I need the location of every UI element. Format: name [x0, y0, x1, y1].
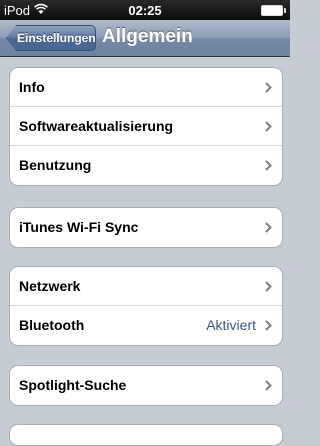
settings-group-network: Netzwerk Bluetooth Aktiviert — [9, 266, 283, 346]
settings-group-next-partial — [9, 424, 283, 446]
back-button-label: Einstellungen — [17, 31, 96, 45]
settings-row-network[interactable]: Netzwerk — [10, 267, 282, 306]
row-label: Spotlight-Suche — [19, 377, 127, 393]
settings-row-spotlight-search[interactable]: Spotlight-Suche — [10, 366, 282, 405]
settings-row-bluetooth[interactable]: Bluetooth Aktiviert — [10, 306, 282, 345]
chevron-right-icon — [265, 320, 272, 331]
chevron-right-icon — [265, 380, 272, 391]
settings-row-usage[interactable]: Benutzung — [10, 146, 282, 185]
settings-group-itunes: iTunes Wi-Fi Sync — [9, 207, 283, 248]
settings-group-general: Info Softwareaktualisierung Benutzung — [9, 67, 283, 186]
back-button[interactable]: Einstellungen — [6, 25, 96, 51]
chevron-right-icon — [265, 82, 272, 93]
row-label: Netzwerk — [19, 278, 81, 294]
battery-icon — [261, 5, 286, 16]
clock: 02:25 — [128, 3, 162, 18]
settings-group-spotlight: Spotlight-Suche — [9, 365, 283, 406]
row-label: Softwareaktualisierung — [19, 118, 174, 134]
chevron-right-icon — [265, 160, 272, 171]
settings-row-itunes-wifi-sync[interactable]: iTunes Wi-Fi Sync — [10, 208, 282, 247]
row-label: Bluetooth — [19, 317, 85, 333]
row-label: iTunes Wi-Fi Sync — [19, 219, 139, 235]
status-bar: iPod 02:25 — [0, 0, 290, 20]
chevron-right-icon — [265, 222, 272, 233]
row-label: Benutzung — [19, 157, 92, 173]
bluetooth-status-value: Aktiviert — [206, 317, 256, 333]
settings-row-software-update[interactable]: Softwareaktualisierung — [10, 107, 282, 146]
settings-row-info[interactable]: Info — [10, 68, 282, 107]
page-title: Allgemein — [102, 26, 193, 47]
chevron-right-icon — [265, 121, 272, 132]
row-label: Info — [19, 79, 45, 95]
chevron-right-icon — [265, 281, 272, 292]
navigation-bar: Einstellungen Allgemein — [0, 20, 290, 57]
